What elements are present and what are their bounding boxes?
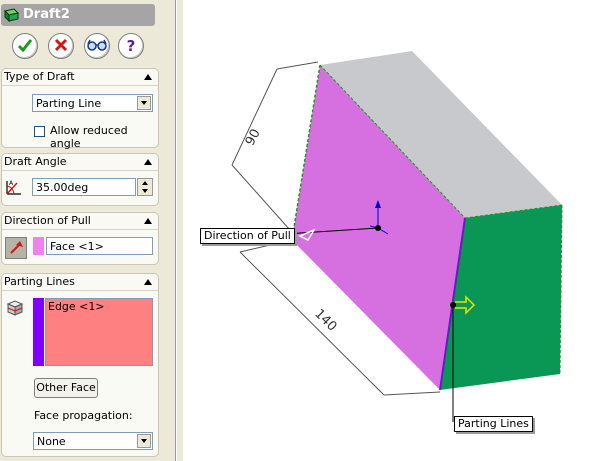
collapse-arrow-icon[interactable] [144, 218, 152, 224]
spin-up-icon[interactable] [142, 181, 148, 185]
group-title: Parting Lines [4, 275, 75, 288]
face-propagation-label: Face propagation: [34, 409, 133, 422]
pull-direction-value: Face <1> [50, 240, 104, 253]
type-of-draft-group: Type of Draft Parting Line Allow reduced… [1, 68, 159, 150]
checkmark-icon [17, 37, 33, 56]
group-title: Type of Draft [4, 70, 75, 83]
group-title: Draft Angle [4, 155, 67, 168]
parting-lines-callout[interactable]: Parting Lines [454, 416, 533, 432]
preview-button[interactable] [84, 33, 110, 59]
draft-feature-icon [4, 8, 19, 30]
panel-splitter[interactable] [161, 0, 183, 461]
help-icon: ? [126, 37, 136, 55]
angle-spinner[interactable] [137, 178, 153, 196]
chevron-down-icon[interactable] [137, 96, 151, 110]
glasses-icon [87, 38, 107, 55]
pull-direction-selection[interactable]: Face <1> [46, 237, 153, 255]
allow-reduced-angle-checkbox[interactable] [34, 126, 45, 137]
chevron-down-icon[interactable] [137, 434, 151, 448]
draft-angle-group: Draft Angle A 35.00deg [1, 153, 159, 206]
pull-face-swatch [33, 237, 44, 255]
draft-angle-value: 35.00deg [36, 181, 89, 194]
feature-title-bar: Draft2 [1, 4, 155, 26]
allow-reduced-angle-label: Allow reduced angle [50, 124, 128, 150]
graphics-viewport[interactable]: 90 140 Direction of Pull Parting Lines [183, 0, 595, 461]
svg-text:A: A [9, 180, 14, 187]
draft-angle-input[interactable]: 35.00deg [32, 178, 136, 196]
draft-angle-header[interactable]: Draft Angle [2, 154, 158, 171]
parting-lines-list[interactable]: Edge <1> [45, 298, 153, 366]
parting-lines-group: Parting Lines Edge <1> Other Face Face p… [1, 273, 159, 457]
collapse-arrow-icon[interactable] [144, 159, 152, 165]
other-face-button[interactable]: Other Face [34, 378, 98, 398]
splitter-highlight [176, 0, 177, 461]
type-of-draft-header[interactable]: Type of Draft [2, 69, 158, 86]
help-button[interactable]: ? [118, 33, 144, 59]
collapse-arrow-icon[interactable] [144, 74, 152, 80]
feature-title: Draft2 [23, 7, 70, 22]
face-propagation-select[interactable]: None [33, 432, 153, 450]
list-item[interactable]: Edge <1> [48, 300, 105, 313]
parting-lines-header[interactable]: Parting Lines [2, 274, 158, 291]
parting-line-marker [33, 298, 44, 366]
direction-of-pull-header[interactable]: Direction of Pull [2, 213, 158, 230]
angle-icon: A [5, 178, 23, 199]
collapse-arrow-icon[interactable] [144, 279, 152, 285]
spin-down-icon[interactable] [142, 189, 148, 193]
direction-of-pull-group: Direction of Pull Face <1> [1, 212, 159, 265]
ok-button[interactable] [12, 33, 38, 59]
draft-type-select[interactable]: Parting Line [32, 94, 153, 112]
direction-of-pull-callout[interactable]: Direction of Pull [200, 228, 295, 244]
face-propagation-value: None [37, 435, 66, 448]
reverse-direction-button[interactable] [5, 237, 27, 259]
reverse-direction-icon [6, 241, 26, 261]
property-manager-panel: Draft2 ? Type of Draft Parting Line Allo… [0, 0, 161, 461]
parting-line-icon [5, 298, 25, 321]
close-icon [54, 38, 68, 55]
cancel-button[interactable] [48, 33, 74, 59]
draft-type-value: Parting Line [36, 97, 102, 110]
group-title: Direction of Pull [4, 214, 91, 227]
